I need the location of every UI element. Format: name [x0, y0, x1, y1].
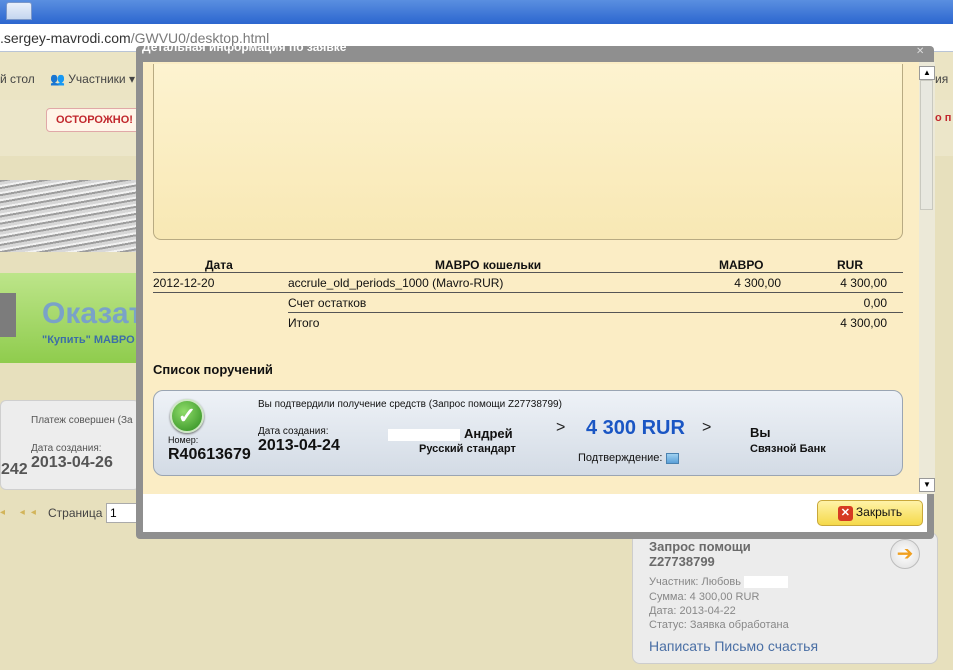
order-recipient-bank: Связной Банк [750, 443, 826, 455]
write-letter-link[interactable]: Написать Письмо счастья [649, 638, 818, 654]
info-panel [153, 64, 903, 240]
help-request-card[interactable]: Запрос помощи Z27738799 ➔ Участник: Любо… [632, 532, 938, 664]
nav-members-link[interactable]: 👥 Участники ▾ [50, 72, 135, 86]
dialog-close-icon[interactable]: ✕ [916, 46, 924, 57]
table-cell-total-rur: 4 300,00 [840, 316, 887, 330]
order-card[interactable]: ✓ Вы подтвердили получение средств (Запр… [153, 390, 903, 476]
prev-page-icon[interactable]: ◂ ◂◂ [0, 507, 42, 518]
col-header-date: Дата [205, 258, 233, 272]
order-confirmation: Подтверждение: [578, 452, 679, 464]
order-number-label: Номер: [168, 435, 199, 445]
nav-desktop-link[interactable]: й стол [0, 72, 35, 86]
table-cell-rur: 0,00 [863, 296, 887, 310]
help-request-title: Запрос помощи [649, 539, 751, 554]
orders-list-title: Список поручений [153, 362, 273, 377]
help-request-status: Статус: Заявка обработана [649, 619, 789, 631]
dialog-body: Дата МАВРО кошельки МАВРО RUR 2012-12-20… [143, 62, 935, 532]
help-request-member: Участник: Любовь [649, 576, 789, 589]
order-created-label: Дата создания: [258, 426, 329, 437]
scroll-thumb[interactable] [920, 80, 933, 210]
request-details-dialog: Детальная информация по заявке ✕ Дата МА… [136, 46, 935, 539]
nav-right-link[interactable]: ия [935, 72, 948, 86]
header-image [0, 180, 140, 252]
payment-card[interactable]: Платеж совершен (За Дата создания: 2013-… [0, 400, 140, 490]
order-recipient: Вы [750, 425, 771, 440]
order-message: Вы подтвердили получение средств (Запрос… [258, 399, 562, 410]
confirmation-image-icon[interactable] [665, 452, 679, 464]
banner-title: Оказат [42, 297, 144, 330]
order-number: R40613679 [168, 446, 251, 463]
dialog-scrollbar[interactable]: ▲ ▼ [919, 62, 935, 494]
help-request-sum: Сумма: 4 300,00 RUR [649, 591, 760, 603]
redacted-surname [744, 576, 789, 589]
url-text[interactable]: .sergey-mavrodi.com/GWVU0/desktop.html [0, 30, 269, 46]
col-header-wallet: МАВРО кошельки [435, 258, 542, 272]
table-cell-mavro: 4 300,00 [734, 276, 781, 290]
col-header-rur: RUR [837, 258, 863, 272]
payment-status: Платеж совершен (За [31, 415, 133, 426]
banner-box-icon [0, 293, 16, 337]
payment-date: 2013-04-26 [31, 454, 113, 471]
table-cell-date: 2012-12-20 [153, 276, 215, 290]
browser-tab[interactable] [6, 2, 32, 20]
page-label: Страница [48, 506, 103, 520]
close-icon: ✕ [837, 505, 853, 521]
table-row-divider [288, 312, 903, 313]
promo-banner[interactable]: Оказат "Купить" МАВРО [0, 273, 144, 363]
pagination: ◂ ◂◂ Страница [0, 503, 140, 525]
order-created-date: 2013-04-24 [258, 437, 340, 454]
table-header-divider [153, 272, 903, 273]
payment-number: 242 [1, 461, 28, 478]
table-cell-rur: 4 300,00 [840, 276, 887, 290]
chevron-down-icon: ▾ [128, 72, 135, 86]
dialog-title: Детальная информация по заявке [142, 46, 347, 54]
scroll-up-icon[interactable]: ▲ [919, 66, 935, 80]
users-icon: 👥 [50, 72, 65, 86]
order-sender-plan: Русский стандарт [419, 443, 516, 455]
scroll-down-icon[interactable]: ▼ [919, 478, 935, 492]
transfer-arrow-icon: > [702, 419, 712, 436]
help-request-id: Z27738799 [649, 554, 715, 569]
check-icon: ✓ [170, 399, 204, 433]
page-input[interactable] [106, 503, 140, 523]
arrow-right-icon[interactable]: ➔ [890, 539, 920, 569]
table-cell-wallet: Счет остатков [288, 296, 367, 310]
browser-titlebar [0, 0, 953, 24]
table-row-divider [153, 292, 903, 293]
redacted-sender [388, 428, 460, 441]
transfer-arrow-icon: > [556, 419, 566, 436]
order-sender: Андрей [388, 426, 513, 441]
table-cell-wallet: accrule_old_periods_1000 (Mavro-RUR) [288, 276, 504, 290]
warning-link[interactable]: о п [935, 112, 951, 124]
close-button[interactable]: ✕ Закрыть [817, 500, 923, 526]
help-request-date: Дата: 2013-04-22 [649, 605, 736, 617]
dialog-content: Дата МАВРО кошельки МАВРО RUR 2012-12-20… [143, 62, 919, 494]
payment-date-label: Дата создания: [31, 443, 102, 454]
col-header-mavro: МАВРО [719, 258, 764, 272]
table-cell-total-label: Итого [288, 316, 320, 330]
banner-subtitle: "Купить" МАВРО [42, 334, 135, 346]
order-amount: 4 300 RUR [586, 417, 685, 439]
